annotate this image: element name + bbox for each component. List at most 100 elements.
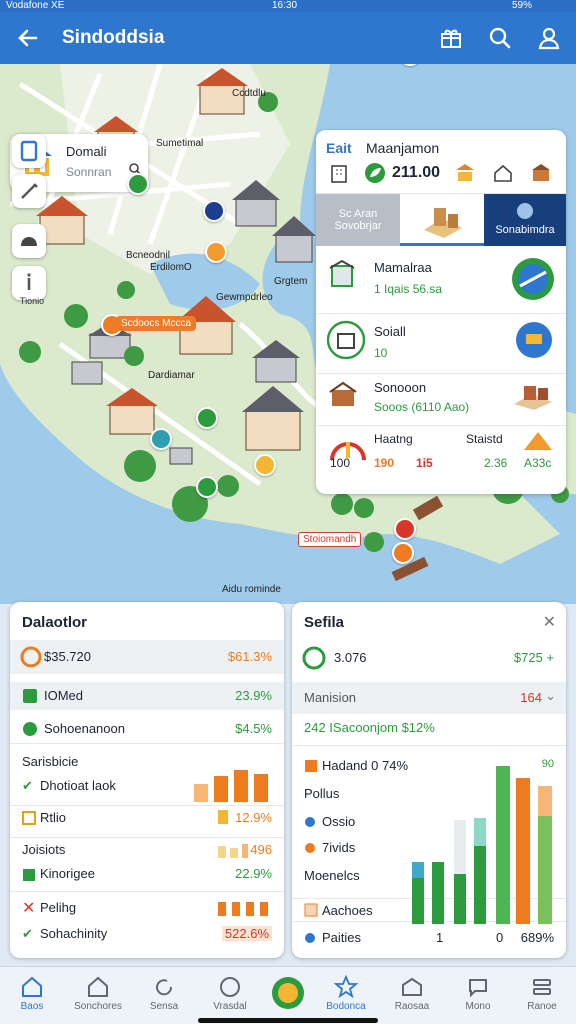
nav-label: Ranoe [527,1001,557,1012]
stats-value: 190 [374,456,395,470]
tab-buildings[interactable] [400,194,484,246]
tab-overview[interactable]: Sc Aran Sovobrjar [316,194,400,246]
panel-row[interactable]: 242 ISacoonjom $12% [292,720,566,746]
gift-icon[interactable] [437,24,465,52]
bank-small-icon [456,164,474,181]
map-label: Dardiamar [148,370,195,381]
checkbox-orange-icon [305,760,317,772]
warehouse-icon [329,381,357,406]
home-icon [22,976,42,997]
tab-label: Sonabimdra [495,224,555,236]
back-arrow-icon[interactable] [14,24,42,52]
list-item-title: Sonooon [374,380,427,395]
map-marker-green[interactable] [196,407,218,429]
nav-item-chat[interactable]: Mono [446,967,510,1024]
map-marker-teal[interactable] [150,428,172,450]
checkbox-green-icon [23,689,37,703]
tab-network[interactable]: Sonabimdra [484,194,566,246]
row-value: 689% [520,930,554,945]
panel-row[interactable]: Manision 164 ⌄ [292,682,566,714]
panel-row[interactable]: IOMed 23.9% [10,682,284,710]
list-item-title: Soiall [374,324,406,339]
nav-item-favorites[interactable]: Bodonca [314,967,378,1024]
map-edit-tool[interactable] [12,174,46,208]
map-label: Gewmpdrleo [216,292,273,303]
row-label: Kinorigee [40,866,95,881]
ring-green-icon [302,646,326,670]
nav-label: Mono [465,1001,491,1012]
map-marker-red[interactable] [394,518,416,540]
panel-row[interactable]: Paities 1 0 689% [292,930,566,952]
close-icon[interactable]: ✕ [543,612,556,632]
bar-marker [218,810,228,824]
info-value: 211.00 [392,164,441,181]
map-info-tool[interactable] [12,266,46,300]
nav-item-garage[interactable]: Raosaa [380,967,444,1024]
battery-text: 59% [512,0,533,11]
nav-item-refresh[interactable]: Sensa [132,967,196,1024]
map-marker-green[interactable] [196,476,218,498]
tab-label: Sc Aran Sovobrjar [334,208,382,232]
info-tabs: Sc Aran Sovobrjar Sonabimdra [316,194,566,246]
map-marker-blue[interactable] [203,200,225,222]
menu-icon [533,979,551,995]
info-list-item[interactable]: Soiall 10 [316,314,566,374]
layers-icon [20,140,38,162]
nav-label: Sonchores [74,1001,122,1012]
stats-title: Haatng [374,432,413,446]
map-layer-tool[interactable] [12,134,46,168]
panel-row[interactable]: $35.720 $61.3% [10,640,284,674]
panel-row[interactable]: Kinorigee 22.9% [10,866,284,892]
list-item-subtitle: 1 Iqais 56.sa [374,282,443,296]
nav-item-visual[interactable]: Vrasdal [198,967,262,1024]
panel-row[interactable]: ✔ Sohachinity 522.6% [10,926,284,950]
nav-label: Raosaa [394,1001,430,1012]
row-value: 1 [436,930,444,945]
map-tag-label[interactable]: Scdoocs Mccca [116,316,197,331]
row-label: 242 ISacoonjom $12% [304,720,435,735]
buildings-illustration-icon [424,208,462,238]
map-area[interactable]: Domali Sonnran Tionio Ccdtdlu Sumetimal … [0,64,576,604]
map-locate-tool[interactable] [12,224,46,258]
gauge-value: 100 [330,456,351,470]
carrier-text: Vodafone XE [6,0,65,11]
mini-bar-chart [218,844,248,858]
row-label: 7ivids [322,840,356,855]
pyramid-icon [524,432,552,450]
refresh-icon [156,979,173,996]
list-item-title: Mamalraa [374,260,432,275]
house-icon [494,164,512,182]
dot-blue-icon [305,817,315,827]
panel-row[interactable]: ✕ Pelihg [10,900,284,924]
nav-item-menu[interactable]: Ranoe [510,967,574,1024]
panel-row[interactable]: Sohoenanoon $4.5% [10,716,284,744]
nav-item-center[interactable] [256,967,320,1024]
map-marker-yellow[interactable] [254,454,276,476]
info-list-item[interactable]: Mamalraa 1 Iqais 56.sa [316,248,566,314]
search-icon[interactable] [486,24,514,52]
map-marker-orange[interactable] [392,542,414,564]
panel-row[interactable]: Rtlio 12.9% [10,810,284,838]
shop-icon [326,320,366,360]
map-marker-green[interactable] [127,173,149,195]
search-place-subtitle: Sonnran [66,165,112,179]
stats-value: 1i5 [416,456,433,470]
dot-green-icon [23,722,37,736]
nav-item-home[interactable]: Baos [0,967,64,1024]
info-list-item[interactable]: Sonooon Sooos (6110 Aao) [316,374,566,426]
nav-item-buildings[interactable]: Sonchores [66,967,130,1024]
row-value: 12.9% [235,810,272,825]
row-label: Manision [304,690,357,705]
panel-row[interactable]: Joisiots 496 [10,842,284,868]
user-icon[interactable] [535,24,563,52]
info-kicker: Eait [326,140,352,156]
checkbox-empty-icon [22,811,36,825]
helmet-icon [21,237,37,246]
check-icon: ✔ [22,778,33,793]
row-label: Sohachinity [40,926,108,941]
map-marker-orange[interactable] [205,241,227,263]
place-info-card: Eait Maanjamon 211.00 Sc Aran Sovobrjar … [316,130,566,494]
map-tag-label[interactable]: Stoiomandh [298,532,362,547]
panel-row[interactable]: 3.076 $725 + [292,646,566,676]
panel-row[interactable]: ✔ Dhotioat laok [10,770,284,806]
